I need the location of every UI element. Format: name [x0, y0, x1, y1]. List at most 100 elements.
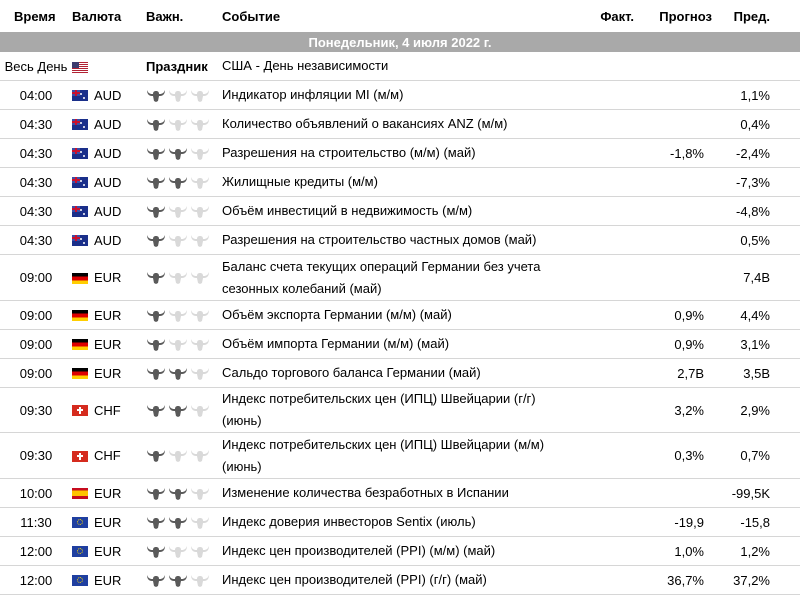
event-row[interactable]: 04:30 AUD Объём инвестиций в недвижимость … — [0, 196, 800, 226]
event-name[interactable]: Жилищные кредиты (м/м) — [222, 167, 572, 197]
event-forecast: -1,8% — [642, 138, 712, 168]
eu-flag-icon — [72, 517, 88, 529]
event-importance — [146, 536, 222, 566]
currency-code: EUR — [94, 366, 122, 382]
event-importance — [146, 109, 222, 139]
event-row[interactable]: 09:00 EUR Объём экспорта Германии (м/м) (м… — [0, 300, 800, 330]
event-name[interactable]: Индекс цен производителей (PPI) (г/г) (м… — [222, 565, 572, 595]
event-name[interactable]: Объём экспорта Германии (м/м) (май) — [222, 300, 572, 330]
event-name[interactable]: Изменение количества безработных в Испан… — [222, 478, 572, 508]
header-event[interactable]: Событие — [222, 0, 572, 32]
event-name[interactable]: Объём импорта Германии (м/м) (май) — [222, 329, 572, 359]
event-currency: AUD — [72, 225, 146, 255]
header-importance[interactable]: Важн. — [146, 0, 222, 32]
event-previous: 2,9% — [712, 387, 800, 433]
event-name[interactable]: Объём инвестиций в недвижимость (м/м) — [222, 196, 572, 226]
event-name[interactable]: Индекс потребительских цен (ИПЦ) Швейцар… — [222, 387, 572, 433]
bull-icon — [168, 487, 188, 501]
holiday-row[interactable]: Весь День Праздник США - День независимо… — [0, 52, 800, 81]
event-importance — [146, 432, 222, 479]
event-row[interactable]: 04:00 AUD Индикатор инфляции MI (м/м) 1,1% — [0, 80, 800, 110]
header-actual[interactable]: Факт. — [572, 0, 642, 32]
eu-flag-icon — [72, 546, 88, 558]
currency-code: AUD — [94, 233, 122, 249]
bull-icon — [168, 147, 188, 161]
currency-code: EUR — [94, 486, 122, 502]
event-forecast — [642, 196, 712, 226]
event-currency: CHF — [72, 387, 146, 433]
holiday-event[interactable]: США - День независимости — [222, 52, 572, 81]
event-forecast: 2,7B — [642, 358, 712, 388]
event-actual — [572, 80, 642, 110]
event-name[interactable]: Разрешения на строительство частных домо… — [222, 225, 572, 255]
event-name[interactable]: Индекс потребительских цен (ИПЦ) Швейцар… — [222, 432, 572, 479]
currency-code: AUD — [94, 117, 122, 133]
bull-icon — [168, 545, 188, 559]
currency-code: EUR — [94, 337, 122, 353]
event-name[interactable]: Разрешения на строительство (м/м) (май) — [222, 138, 572, 168]
event-row[interactable]: 11:30 EUR Индекс доверия инвесторов Sentix… — [0, 507, 800, 537]
germany-flag-icon — [72, 339, 88, 351]
event-time: 04:30 — [0, 196, 72, 226]
event-row[interactable]: 04:30 AUD Количество объявлений о вакансия… — [0, 109, 800, 139]
event-row[interactable]: 04:30 AUD Разрешения на строительство част… — [0, 225, 800, 255]
event-forecast — [642, 109, 712, 139]
event-name[interactable]: Количество объявлений о вакансиях ANZ (м… — [222, 109, 572, 139]
event-row[interactable]: 09:00 EUR Объём импорта Германии (м/м) (ма… — [0, 329, 800, 359]
event-time: 12:00 — [0, 536, 72, 566]
event-previous: -4,8% — [712, 196, 800, 226]
event-previous: -15,8 — [712, 507, 800, 537]
event-row[interactable]: 12:00 EUR Индекс цен производителей (PPI) … — [0, 565, 800, 595]
currency-code: CHF — [94, 448, 121, 464]
event-currency: CHF — [72, 432, 146, 479]
event-currency: EUR — [72, 358, 146, 388]
header-forecast[interactable]: Прогноз — [642, 0, 712, 32]
event-row[interactable]: 09:30 CHF Индекс потребительских цен (ИПЦ)… — [0, 432, 800, 479]
event-name[interactable]: Сальдо торгового баланса Германии (май) — [222, 358, 572, 388]
event-actual — [572, 358, 642, 388]
event-previous: 4,4% — [712, 300, 800, 330]
event-time: 09:00 — [0, 329, 72, 359]
event-time: 09:00 — [0, 300, 72, 330]
bull-icon — [146, 574, 166, 588]
event-forecast: 36,7% — [642, 565, 712, 595]
event-row[interactable]: 09:30 CHF Индекс потребительских цен (ИПЦ)… — [0, 387, 800, 433]
event-row[interactable]: 09:00 EUR Сальдо торгового баланса Германи… — [0, 358, 800, 388]
event-name[interactable]: Индекс доверия инвесторов Sentix (июль) — [222, 507, 572, 537]
header-previous[interactable]: Пред. — [712, 0, 800, 32]
event-name[interactable]: Баланс счета текущих операций Германии б… — [222, 254, 572, 301]
event-name[interactable]: Индекс цен производителей (PPI) (м/м) (м… — [222, 536, 572, 566]
event-actual — [572, 109, 642, 139]
event-name[interactable]: Индикатор инфляции MI (м/м) — [222, 80, 572, 110]
event-forecast: 3,2% — [642, 387, 712, 433]
event-actual — [572, 167, 642, 197]
event-actual — [572, 329, 642, 359]
event-currency: AUD — [72, 138, 146, 168]
event-row[interactable]: 10:00 EUR Изменение количества безработных… — [0, 478, 800, 508]
event-row[interactable]: 04:30 AUD Разрешения на строительство (м/м… — [0, 138, 800, 168]
currency-code: AUD — [94, 88, 122, 104]
event-row[interactable]: 04:30 AUD Жилищные кредиты (м/м) -7,3% — [0, 167, 800, 197]
event-time: 04:30 — [0, 167, 72, 197]
event-time: 09:30 — [0, 432, 72, 479]
header-time[interactable]: Время — [0, 0, 72, 32]
event-row[interactable]: 09:00 EUR Баланс счета текущих операций Ге… — [0, 254, 800, 301]
event-time: 04:30 — [0, 225, 72, 255]
bull-icon — [190, 118, 210, 132]
event-forecast — [642, 225, 712, 255]
event-time: 04:00 — [0, 80, 72, 110]
event-time: 09:00 — [0, 254, 72, 301]
germany-flag-icon — [72, 272, 88, 284]
event-actual — [572, 138, 642, 168]
event-time: 12:00 — [0, 565, 72, 595]
header-currency[interactable]: Валюта — [72, 0, 146, 32]
event-importance — [146, 300, 222, 330]
event-row[interactable]: 12:00 EUR Индекс цен производителей (PPI) … — [0, 536, 800, 566]
event-forecast: 0,3% — [642, 432, 712, 479]
event-forecast — [642, 80, 712, 110]
event-importance — [146, 254, 222, 301]
event-importance — [146, 138, 222, 168]
event-time: 04:30 — [0, 138, 72, 168]
event-previous: 0,7% — [712, 432, 800, 479]
event-previous: 1,2% — [712, 536, 800, 566]
